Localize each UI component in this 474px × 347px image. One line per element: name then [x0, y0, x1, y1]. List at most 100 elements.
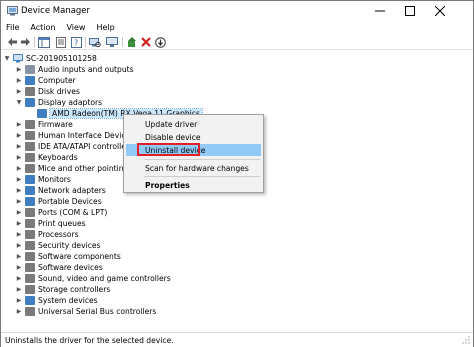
system-device-icon: [25, 296, 35, 305]
scan-hardware-button[interactable]: [89, 36, 101, 48]
menu-item-scan-hardware[interactable]: Scan for hardware changes: [126, 162, 261, 174]
tree-item-usb[interactable]: ▶ Universal Serial Bus controllers: [15, 306, 156, 317]
caret-spacer: [27, 110, 35, 118]
expand-caret-icon[interactable]: ▶: [15, 88, 23, 96]
expand-caret-icon[interactable]: ▶: [15, 253, 23, 261]
tree-item-processors[interactable]: ▶ Processors: [15, 229, 79, 240]
uninstall-icon: [141, 37, 151, 47]
menu-item-update-driver[interactable]: Update driver: [126, 118, 261, 130]
expand-caret-icon[interactable]: ▶: [15, 176, 23, 184]
uninstall-device-button[interactable]: [140, 36, 152, 48]
tree-item-software-devices[interactable]: ▶ Software devices: [15, 262, 103, 273]
device-info-button[interactable]: [106, 36, 118, 48]
expand-caret-icon[interactable]: ▶: [15, 297, 23, 305]
close-icon: [435, 6, 445, 16]
portable-device-icon: [25, 197, 35, 206]
port-icon: [25, 208, 35, 217]
tree-item-label: Disk drives: [38, 87, 80, 96]
printer-icon: [25, 219, 35, 228]
collapse-caret-icon[interactable]: ▼: [3, 55, 11, 63]
tree-item-label: IDE ATA/ATAPI controllers: [38, 142, 133, 151]
tree-item-sound[interactable]: ▶ Sound, video and game controllers: [15, 273, 171, 284]
expand-caret-icon[interactable]: ▶: [15, 121, 23, 129]
tree-item-hid[interactable]: ▶ Human Interface Devices: [15, 130, 134, 141]
tree-item-disk-drives[interactable]: ▶ Disk drives: [15, 86, 80, 97]
properties-button[interactable]: [55, 36, 67, 48]
tree-item-security[interactable]: ▶ Security devices: [15, 240, 101, 251]
expand-caret-icon[interactable]: ▶: [15, 187, 23, 195]
window-title: Device Manager: [21, 6, 91, 16]
expand-caret-icon[interactable]: ▶: [15, 154, 23, 162]
menu-view[interactable]: View: [66, 23, 85, 32]
tree-item-print-queues[interactable]: ▶ Print queues: [15, 218, 86, 229]
tree-item-label: Ports (COM & LPT): [38, 208, 108, 217]
tree-root[interactable]: ▼ SC-201905101258: [3, 53, 97, 64]
forward-arrow-icon: [20, 38, 30, 46]
tree-item-label: Monitors: [38, 175, 71, 184]
help-button[interactable]: ?: [70, 36, 82, 48]
tree-item-storage[interactable]: ▶ Storage controllers: [15, 284, 110, 295]
expand-caret-icon[interactable]: ▶: [15, 209, 23, 217]
close-button[interactable]: [427, 3, 453, 19]
tree-item-computer[interactable]: ▶ Computer: [15, 75, 76, 86]
monitor-icon: [106, 36, 118, 47]
tree-item-ide[interactable]: ▶ IDE ATA/ATAPI controllers: [15, 141, 133, 152]
minimize-button[interactable]: [367, 3, 393, 19]
menu-help[interactable]: Help: [96, 23, 114, 32]
expand-caret-icon[interactable]: ▶: [15, 143, 23, 151]
menu-item-disable-device[interactable]: Disable device: [126, 131, 261, 143]
security-device-icon: [25, 241, 35, 250]
tree-item-label: Human Interface Devices: [38, 131, 135, 140]
disable-device-button[interactable]: [154, 36, 166, 48]
tree-item-system[interactable]: ▶ System devices: [15, 295, 98, 306]
network-adapter-icon: [25, 186, 35, 195]
svg-text:?: ?: [74, 38, 78, 47]
expand-caret-icon[interactable]: ▶: [15, 132, 23, 140]
expand-caret-icon[interactable]: ▶: [15, 242, 23, 250]
monitor-icon: [25, 175, 35, 184]
tree-item-display-adaptors[interactable]: ▼ Display adaptors: [15, 97, 102, 108]
tree-item-firmware[interactable]: ▶ Firmware: [15, 119, 73, 130]
expand-caret-icon[interactable]: ▶: [15, 286, 23, 294]
expand-caret-icon[interactable]: ▶: [15, 264, 23, 272]
expand-caret-icon[interactable]: ▶: [15, 220, 23, 228]
toolbar-separator: [34, 37, 35, 47]
speaker-icon: [25, 65, 35, 74]
menu-item-properties[interactable]: Properties: [126, 179, 261, 191]
menu-file[interactable]: File: [6, 23, 19, 32]
maximize-button[interactable]: [397, 3, 423, 19]
tree-root-label: SC-201905101258: [26, 54, 97, 63]
properties-icon: [38, 36, 50, 48]
tree-item-network[interactable]: ▶ Network adapters: [15, 185, 106, 196]
expand-caret-icon[interactable]: ▶: [15, 231, 23, 239]
collapse-caret-icon[interactable]: ▼: [15, 99, 23, 107]
tree-item-software-components[interactable]: ▶ Software components: [15, 251, 121, 262]
menu-separator: [144, 159, 260, 160]
toolbar-separator: [122, 37, 123, 47]
computer-icon: [13, 54, 23, 63]
forward-button[interactable]: [19, 36, 31, 48]
tree-item-keyboards[interactable]: ▶ Keyboards: [15, 152, 78, 163]
vertical-scrollbar[interactable]: [465, 51, 473, 331]
tree-item-audio[interactable]: ▶ Audio inputs and outputs: [15, 64, 134, 75]
update-driver-button[interactable]: [126, 36, 138, 48]
tree-item-ports[interactable]: ▶ Ports (COM & LPT): [15, 207, 107, 218]
tree-item-label: Audio inputs and outputs: [38, 65, 134, 74]
expand-caret-icon[interactable]: ▶: [15, 66, 23, 74]
expand-caret-icon[interactable]: ▶: [15, 198, 23, 206]
expand-caret-icon[interactable]: ▶: [15, 308, 23, 316]
menu-bar: File Action View Help: [1, 21, 473, 34]
back-arrow-icon: [7, 38, 17, 46]
resize-grip-icon[interactable]: [462, 336, 470, 344]
tree-item-monitors[interactable]: ▶ Monitors: [15, 174, 71, 185]
show-hide-console-tree-button[interactable]: [38, 36, 50, 48]
processor-icon: [25, 230, 35, 239]
tree-item-portable[interactable]: ▶ Portable Devices: [15, 196, 102, 207]
back-button[interactable]: [6, 36, 18, 48]
software-component-icon: [25, 252, 35, 261]
expand-caret-icon[interactable]: ▶: [15, 275, 23, 283]
disable-icon: [154, 36, 166, 48]
menu-action[interactable]: Action: [30, 23, 55, 32]
expand-caret-icon[interactable]: ▶: [15, 165, 23, 173]
expand-caret-icon[interactable]: ▶: [15, 77, 23, 85]
